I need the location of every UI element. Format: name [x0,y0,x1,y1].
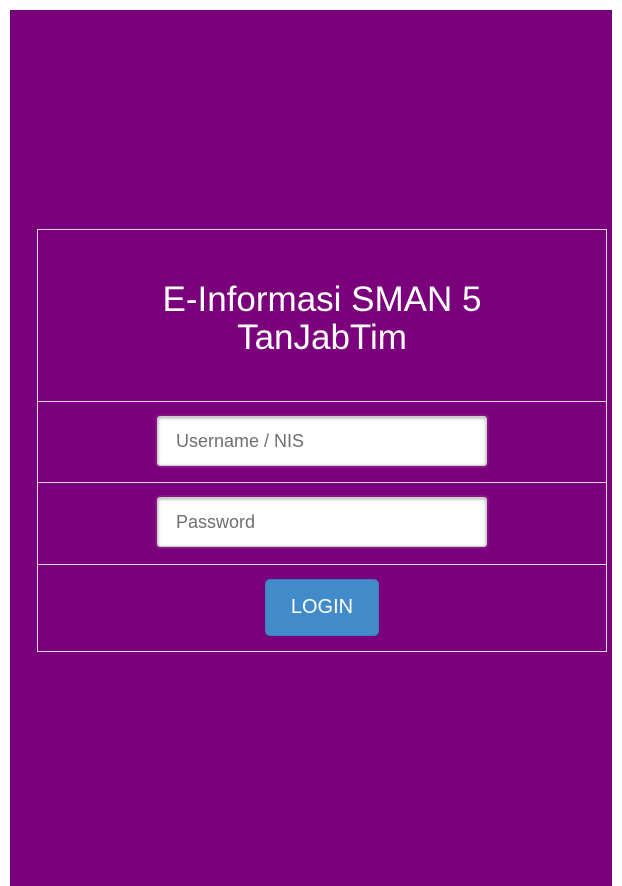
login-button[interactable]: LOGIN [265,579,379,636]
login-screen: E-Informasi SMAN 5 TanJabTim LOGIN [10,10,612,886]
username-input[interactable] [157,416,487,466]
title-line-2: TanJabTim [237,318,407,357]
username-row [38,402,606,483]
password-input[interactable] [157,497,487,547]
login-form: E-Informasi SMAN 5 TanJabTim LOGIN [37,229,607,652]
title-row: E-Informasi SMAN 5 TanJabTim [38,230,606,402]
password-row [38,483,606,565]
page-title: E-Informasi SMAN 5 TanJabTim [38,281,606,357]
title-line-1: E-Informasi SMAN 5 [162,280,482,319]
button-row: LOGIN [38,565,606,651]
